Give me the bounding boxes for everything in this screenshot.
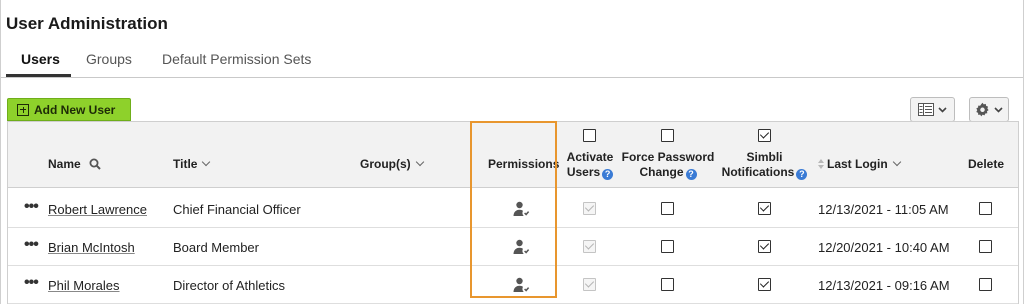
row-actions-icon[interactable]: •••	[24, 275, 39, 291]
user-title: Board Member	[173, 240, 259, 255]
user-title: Director of Athletics	[173, 278, 285, 293]
last-login: 12/13/2021 - 11:05 AM	[818, 202, 949, 217]
tab-bar: Users Groups Default Permission Sets	[1, 50, 1023, 78]
gear-icon	[976, 102, 989, 117]
column-header-title-label: Title	[173, 157, 198, 171]
force-password-checkbox[interactable]	[661, 278, 674, 291]
row-actions-icon[interactable]: •••	[24, 199, 39, 215]
column-header-name-label: Name	[48, 157, 81, 171]
activate-user-checkbox	[583, 240, 596, 253]
columns-icon	[918, 103, 934, 116]
column-header-permissions: Permissions	[488, 157, 560, 171]
add-new-user-button[interactable]: Add New User	[7, 98, 131, 121]
delete-checkbox[interactable]	[979, 202, 992, 215]
simbli-notifications-checkbox[interactable]	[758, 202, 771, 215]
page-title: User Administration	[6, 14, 168, 33]
table-row: ••• Robert Lawrence Chief Financial Offi…	[8, 190, 1018, 228]
column-header-delete: Delete	[968, 157, 1005, 171]
chevron-down-icon	[202, 157, 211, 167]
user-permissions-icon[interactable]	[513, 201, 531, 217]
column-header-title[interactable]: Title	[173, 157, 211, 171]
help-icon[interactable]: ?	[796, 169, 808, 180]
simbli-header-line1: Simbli	[746, 150, 783, 164]
force-password-checkbox[interactable]	[661, 240, 674, 253]
force-header-line1: Force Password	[621, 150, 715, 164]
activate-user-checkbox	[583, 202, 596, 215]
sort-icon	[818, 159, 825, 169]
simbli-notifications-checkbox[interactable]	[758, 240, 771, 253]
table-row: ••• Phil Morales Director of Athletics 1…	[8, 266, 1018, 304]
simbli-notifications-checkbox[interactable]	[758, 278, 771, 291]
user-permissions-icon[interactable]	[513, 239, 531, 255]
column-header-groups[interactable]: Group(s)	[360, 157, 424, 171]
user-title: Chief Financial Officer	[173, 202, 301, 217]
users-table: Name Title Group(s) Permissions Activate…	[7, 121, 1019, 304]
column-header-last-login-label: Last Login	[827, 157, 888, 171]
chevron-down-icon	[415, 157, 424, 167]
tab-users[interactable]: Users	[21, 51, 60, 67]
user-name-link[interactable]: Robert Lawrence	[48, 202, 147, 217]
user-permissions-icon[interactable]	[513, 277, 531, 293]
add-new-user-label: Add New User	[34, 102, 116, 117]
last-login: 12/20/2021 - 10:40 AM	[818, 240, 950, 255]
table-header: Name Title Group(s) Permissions Activate…	[8, 122, 1018, 188]
column-header-groups-label: Group(s)	[360, 157, 411, 171]
column-chooser-button[interactable]	[910, 97, 955, 122]
help-icon[interactable]: ?	[602, 169, 614, 180]
chevron-down-icon	[938, 106, 947, 113]
activate-user-checkbox	[583, 278, 596, 291]
user-name-link[interactable]: Brian McIntosh	[48, 240, 135, 255]
column-header-last-login[interactable]: Last Login	[818, 157, 901, 171]
column-header-simbli: Simbli Notifications?	[717, 150, 812, 180]
chevron-down-icon	[994, 106, 1003, 113]
activate-all-checkbox[interactable]	[583, 129, 596, 142]
column-header-activate: Activate Users?	[561, 150, 619, 180]
add-icon	[17, 103, 29, 116]
row-actions-icon[interactable]: •••	[24, 237, 39, 253]
chevron-down-icon	[892, 157, 901, 167]
help-icon[interactable]: ?	[685, 169, 697, 180]
table-row: ••• Brian McIntosh Board Member 12/20/20…	[8, 228, 1018, 266]
simbli-all-checkbox[interactable]	[758, 129, 771, 142]
delete-checkbox[interactable]	[979, 240, 992, 253]
search-icon[interactable]	[89, 158, 101, 170]
force-password-all-checkbox[interactable]	[661, 129, 674, 142]
simbli-header-line2: Notifications	[721, 165, 795, 179]
settings-menu-button[interactable]	[969, 97, 1009, 122]
app-frame: User Administration Users Groups Default…	[0, 0, 1024, 304]
column-header-name[interactable]: Name	[48, 157, 101, 171]
column-header-force-password: Force Password Change?	[620, 150, 716, 180]
activate-header-line1: Activate	[566, 150, 614, 164]
force-password-checkbox[interactable]	[661, 202, 674, 215]
activate-header-line2: Users	[566, 165, 601, 179]
last-login: 12/13/2021 - 09:16 AM	[818, 278, 950, 293]
force-header-line2: Change	[639, 165, 684, 179]
delete-checkbox[interactable]	[979, 278, 992, 291]
tab-groups[interactable]: Groups	[86, 51, 132, 67]
tab-default-permission-sets[interactable]: Default Permission Sets	[162, 51, 311, 67]
user-name-link[interactable]: Phil Morales	[48, 278, 120, 293]
active-tab-indicator	[6, 74, 71, 77]
